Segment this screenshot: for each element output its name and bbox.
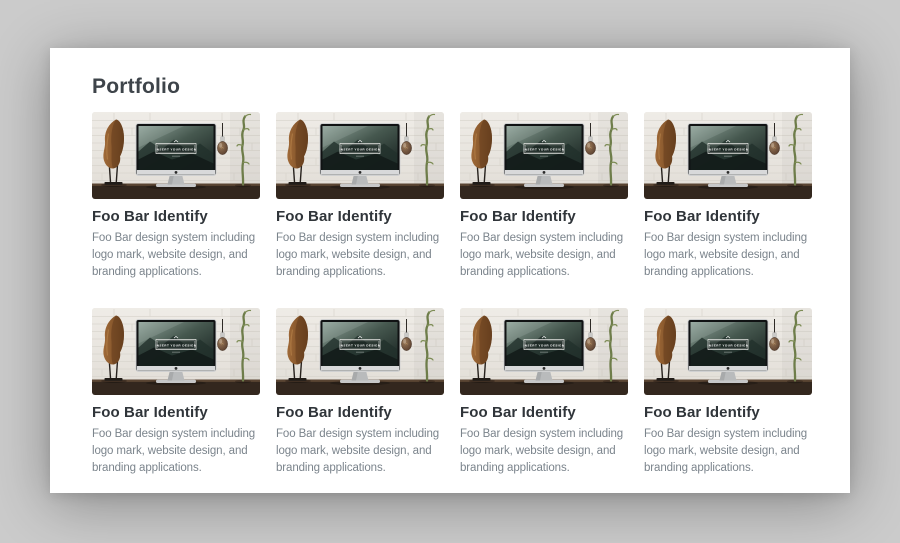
apple-logo [727, 171, 730, 174]
portfolio-item-description: Foo Bar design system including logo mar… [460, 230, 628, 280]
page-title: Portfolio [92, 75, 812, 99]
imac-mockup-illustration: INSERT YOUR DESIGN [644, 112, 812, 199]
portfolio-thumbnail[interactable]: INSERT YOUR DESIGN [276, 112, 444, 199]
screen-label-text: INSERT YOUR DESIGN [339, 147, 380, 151]
portfolio-item-description: Foo Bar design system including logo mar… [460, 426, 628, 476]
screen-label-text: INSERT YOUR DESIGN [339, 344, 380, 348]
screen-label-text: INSERT YOUR DESIGN [155, 147, 196, 151]
portfolio-item[interactable]: INSERT YOUR DESIGN [276, 308, 444, 476]
portfolio-item-description: Foo Bar design system including logo mar… [92, 426, 260, 476]
imac-mockup-illustration: INSERT YOUR DESIGN [460, 308, 628, 395]
portfolio-item-description: Foo Bar design system including logo mar… [92, 230, 260, 280]
apple-logo [359, 367, 362, 370]
apple-logo [543, 171, 546, 174]
portfolio-item[interactable]: INSERT YOUR DESIGN [644, 308, 812, 476]
apple-logo [175, 367, 178, 370]
portfolio-item[interactable]: INSERT YOUR DESIGN [276, 112, 444, 280]
screen-label-text: INSERT YOUR DESIGN [707, 344, 748, 348]
portfolio-item-title: Foo Bar Identify [644, 208, 812, 225]
portfolio-item[interactable]: INSERT YOUR DESIGN [92, 112, 260, 280]
portfolio-item[interactable]: INSERT YOUR DESIGN [92, 308, 260, 476]
portfolio-thumbnail[interactable]: INSERT YOUR DESIGN [276, 308, 444, 395]
screen-label-text: INSERT YOUR DESIGN [523, 344, 564, 348]
imac-mockup-illustration: INSERT YOUR DESIGN [92, 112, 260, 199]
imac-mockup-illustration: INSERT YOUR DESIGN [644, 308, 812, 395]
apple-logo [727, 367, 730, 370]
portfolio-item-title: Foo Bar Identify [92, 208, 260, 225]
imac-mockup-illustration: INSERT YOUR DESIGN [276, 112, 444, 199]
imac-mockup-illustration: INSERT YOUR DESIGN [92, 308, 260, 395]
portfolio-item-description: Foo Bar design system including logo mar… [276, 230, 444, 280]
portfolio-grid: INSERT YOUR DESIGN [92, 112, 812, 477]
portfolio-item[interactable]: INSERT YOUR DESIGN [460, 308, 628, 476]
screen-label-text: INSERT YOUR DESIGN [155, 344, 196, 348]
portfolio-item-description: Foo Bar design system including logo mar… [644, 230, 812, 280]
portfolio-thumbnail[interactable]: INSERT YOUR DESIGN [644, 308, 812, 395]
portfolio-thumbnail[interactable]: INSERT YOUR DESIGN [92, 308, 260, 395]
portfolio-item-description: Foo Bar design system including logo mar… [276, 426, 444, 476]
portfolio-item-title: Foo Bar Identify [276, 208, 444, 225]
portfolio-item[interactable]: INSERT YOUR DESIGN [644, 112, 812, 280]
portfolio-thumbnail[interactable]: INSERT YOUR DESIGN [92, 112, 260, 199]
apple-logo [175, 171, 178, 174]
portfolio-thumbnail[interactable]: INSERT YOUR DESIGN [460, 112, 628, 199]
portfolio-item-title: Foo Bar Identify [92, 404, 260, 421]
portfolio-thumbnail[interactable]: INSERT YOUR DESIGN [644, 112, 812, 199]
portfolio-item-title: Foo Bar Identify [460, 208, 628, 225]
content-card: Portfolio [50, 48, 850, 493]
apple-logo [543, 367, 546, 370]
imac-mockup-illustration: INSERT YOUR DESIGN [460, 112, 628, 199]
screen-label-text: INSERT YOUR DESIGN [523, 147, 564, 151]
portfolio-item[interactable]: INSERT YOUR DESIGN [460, 112, 628, 280]
apple-logo [359, 171, 362, 174]
portfolio-thumbnail[interactable]: INSERT YOUR DESIGN [460, 308, 628, 395]
portfolio-item-description: Foo Bar design system including logo mar… [644, 426, 812, 476]
screen-label-text: INSERT YOUR DESIGN [707, 147, 748, 151]
portfolio-item-title: Foo Bar Identify [644, 404, 812, 421]
portfolio-item-title: Foo Bar Identify [276, 404, 444, 421]
imac-mockup-illustration: INSERT YOUR DESIGN [276, 308, 444, 395]
portfolio-item-title: Foo Bar Identify [460, 404, 628, 421]
